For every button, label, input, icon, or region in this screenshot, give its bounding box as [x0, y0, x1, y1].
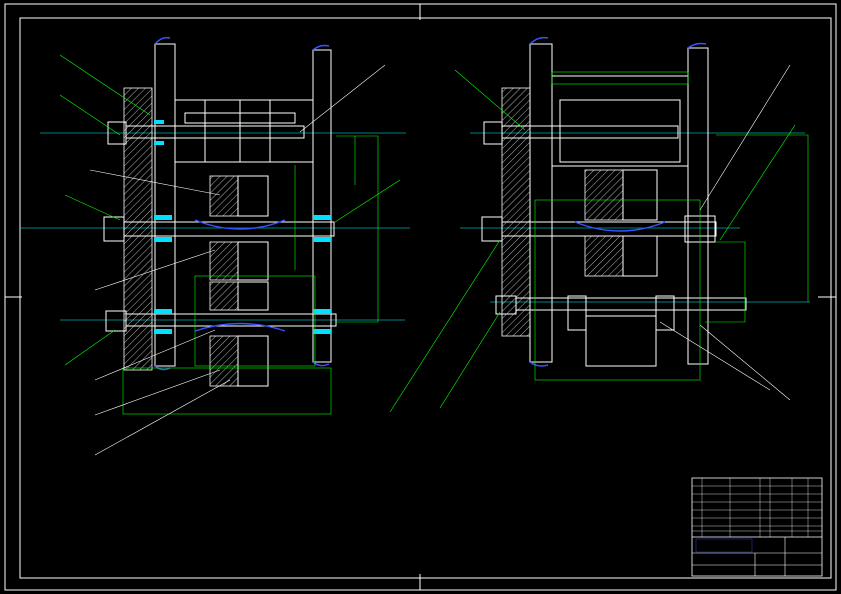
cad-drawing-canvas: [4, 3, 837, 591]
right-assembly-view: [389, 36, 810, 413]
left-assembly-view: [20, 36, 410, 456]
title-block: [691, 477, 823, 577]
